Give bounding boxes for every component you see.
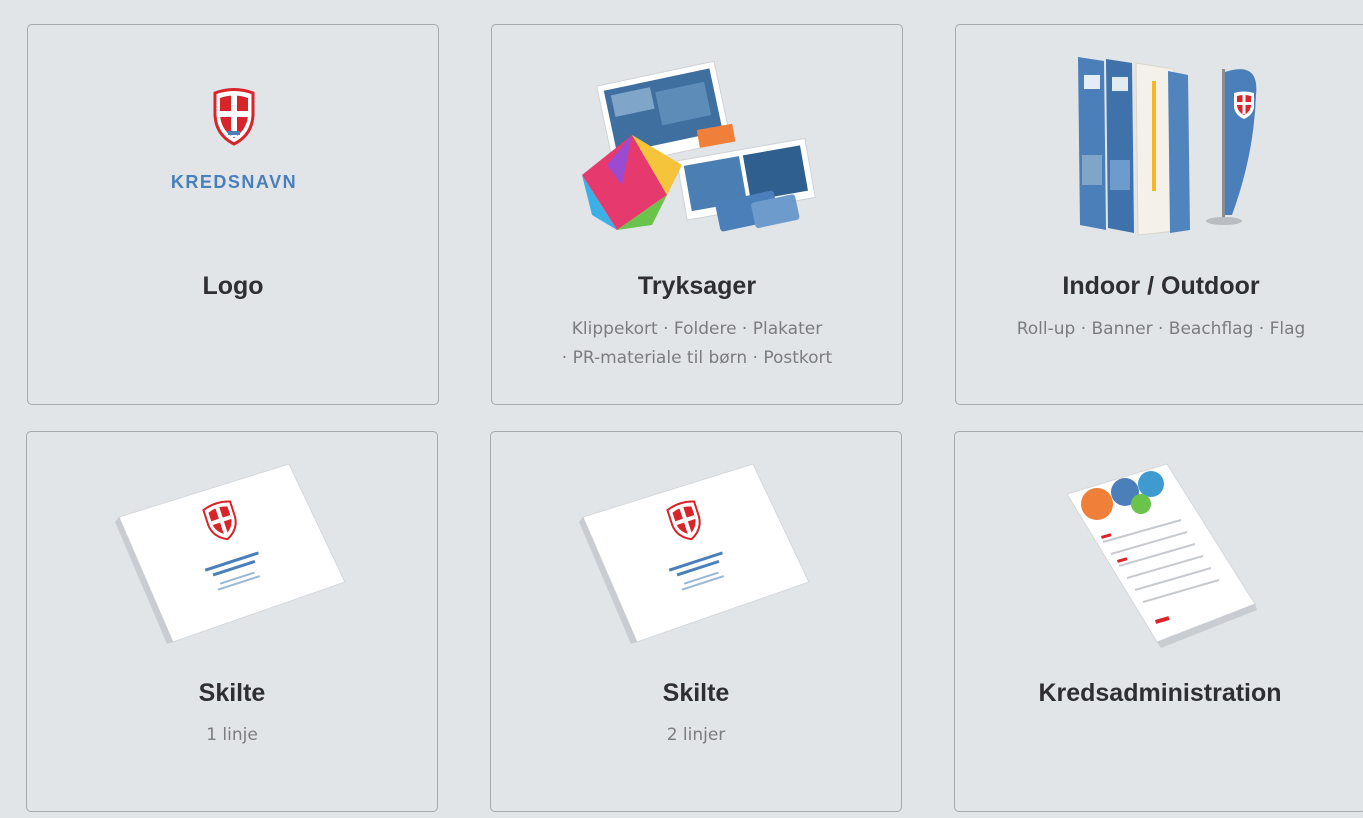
card-title: Indoor / Outdoor [1062,272,1260,300]
card-subtitle-line-1: 2 linjer [666,725,726,745]
card-logo[interactable]: KREDSNAVN Logo [27,24,439,405]
logo-wordmark: KREDSNAVN [170,172,298,192]
print-materials-icon [582,60,816,232]
card-skilte-1-linje[interactable]: Skilte 1 linje [26,431,438,812]
card-kredsadministration[interactable]: Kredsadministration [954,431,1363,812]
card-title: Kredsadministration [1038,679,1282,707]
logo-thumbnail: KREDSNAVN [28,25,440,275]
sign-two-lines-icon [579,463,810,644]
card-skilte-2-linjer[interactable]: Skilte 2 linjer [490,431,902,812]
rollup-banner-thumbnail [956,25,1363,275]
card-title: Tryksager [637,272,757,300]
rollup-banner-flag-icon [1078,57,1257,236]
card-subtitle-line-1: 1 linje [206,725,258,745]
card-subtitle-line-1: Klippekort · Foldere · Plakater [571,319,823,339]
sign-thumbnail [491,432,903,682]
card-title: Logo [202,272,264,300]
card-title: Skilte [662,679,730,707]
card-tryksager[interactable]: Tryksager Klippekort · Foldere · Plakate… [491,24,903,405]
card-subtitle-line-1: Roll-up · Banner · Beachflag · Flag [1016,319,1306,339]
card-indoor-outdoor[interactable]: Indoor / Outdoor Roll-up · Banner · Beac… [955,24,1363,405]
print-materials-thumbnail [492,25,904,275]
card-subtitle-line-2: · PR-materiale til børn · Postkort [561,348,833,368]
admin-form-icon [1066,463,1257,648]
sign-one-line-icon [115,463,346,644]
shield-icon [213,88,255,146]
sign-thumbnail [27,432,439,682]
card-title: Skilte [198,679,266,707]
admin-form-thumbnail [955,432,1363,682]
